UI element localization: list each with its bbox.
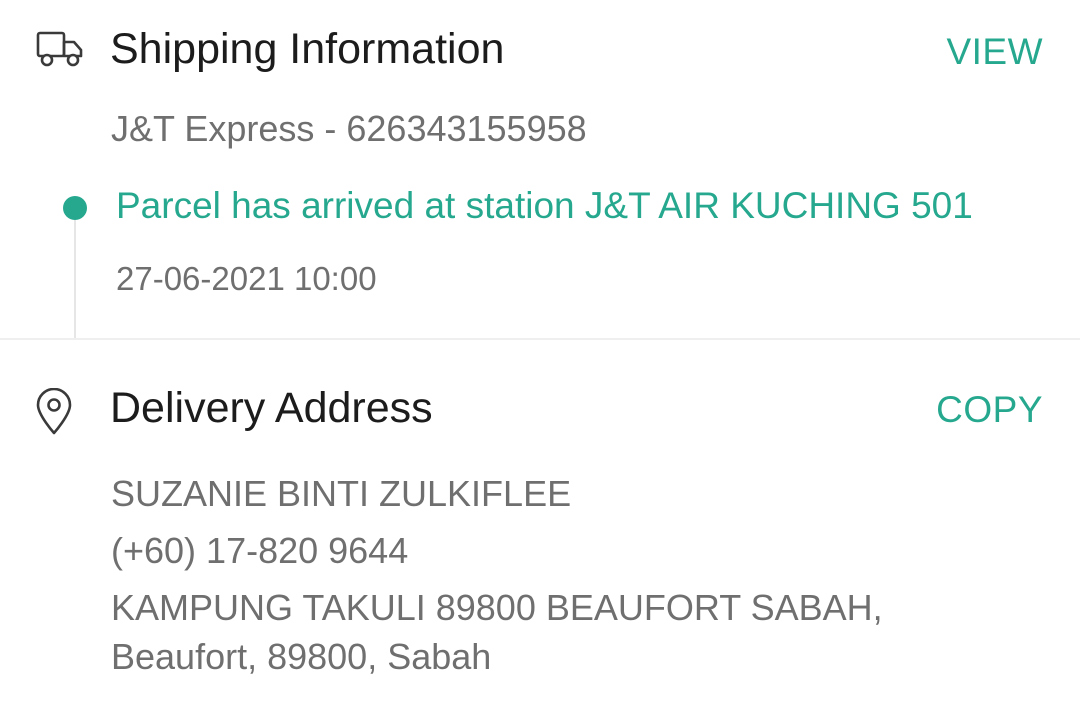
location-pin-icon [34, 387, 74, 436]
view-button[interactable]: VIEW [946, 33, 1043, 70]
latest-tracking-time: 27-06-2021 10:00 [116, 260, 377, 297]
delivery-address-title: Delivery Address [110, 384, 433, 432]
shipping-information-title: Shipping Information [110, 25, 505, 73]
timeline-dot [63, 196, 87, 220]
latest-tracking-status[interactable]: Parcel has arrived at station J&T AIR KU… [116, 187, 973, 224]
recipient-phone: (+60) 17-820 9644 [111, 530, 409, 571]
truck-icon [36, 30, 84, 68]
copy-button[interactable]: COPY [936, 391, 1043, 428]
courier-tracking-number: J&T Express - 626343155958 [111, 108, 587, 149]
address-city: Beaufort, 89800, Sabah [111, 636, 492, 677]
timeline-line [74, 220, 76, 338]
recipient-name: SUZANIE BINTI ZULKIFLEE [111, 473, 572, 514]
address-street: KAMPUNG TAKULI 89800 BEAUFORT SABAH, [111, 587, 883, 628]
